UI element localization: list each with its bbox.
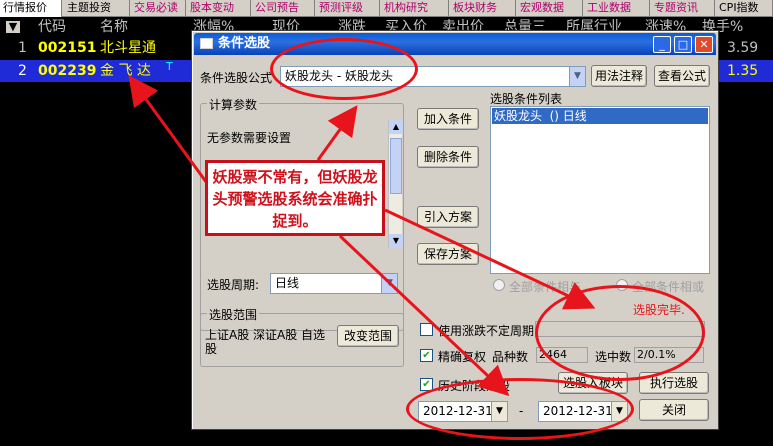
arrow-to-stock bbox=[128, 75, 214, 191]
annotation-arrows bbox=[128, 75, 596, 397]
arrow-to-formula bbox=[316, 105, 358, 161]
arrow-to-result bbox=[384, 208, 596, 310]
arrow-to-date bbox=[338, 234, 510, 397]
annotation-callout: 妖股票不常有，但妖股龙头预警选股系统会准确扑捉到。 bbox=[205, 160, 385, 236]
